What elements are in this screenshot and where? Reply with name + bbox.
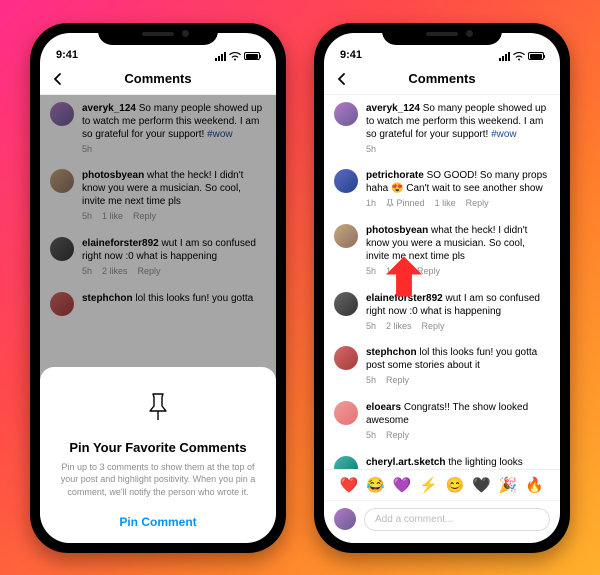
emoji-button[interactable]: 🖤 (472, 476, 491, 494)
avatar (334, 102, 358, 126)
comment-input[interactable]: Add a comment... (364, 508, 550, 531)
reply-link[interactable]: Reply (417, 266, 440, 278)
comment-row: eloears Congrats!! The show looked aweso… (324, 394, 560, 449)
phone-right: 9:41 Comments averyk_124 So many people (314, 23, 570, 553)
username[interactable]: photosbyean (366, 225, 428, 236)
reply-link[interactable]: Reply (386, 375, 409, 387)
username[interactable]: eloears (366, 402, 401, 413)
notch (98, 23, 218, 45)
username[interactable]: stephchon (366, 347, 417, 358)
composer-avatar (334, 508, 356, 530)
pin-sheet: Pin Your Favorite Comments Pin up to 3 c… (40, 367, 276, 543)
page-title: Comments (124, 71, 191, 86)
status-time: 9:41 (56, 49, 78, 61)
avatar (334, 169, 358, 193)
reply-link[interactable]: Reply (386, 430, 409, 442)
pin-icon (139, 389, 177, 427)
username[interactable]: cheryl.art.sketch (366, 457, 446, 468)
header: Comments (40, 63, 276, 95)
notch (382, 23, 502, 45)
reply-link[interactable]: Reply (466, 198, 489, 210)
comment-row: stephchon lol this looks fun! you gotta … (324, 339, 560, 394)
comment-row: cheryl.art.sketch the lighting looks sup… (324, 449, 560, 469)
screen-left: 9:41 Comments averyk_124 So many people … (40, 33, 276, 543)
post-caption: averyk_124 So many people showed up to w… (324, 95, 560, 163)
comments-list-right: averyk_124 So many people showed up to w… (324, 95, 560, 543)
emoji-button[interactable]: ⚡ (419, 476, 438, 494)
sheet-title: Pin Your Favorite Comments (58, 440, 258, 455)
battery-icon (244, 52, 260, 60)
back-button[interactable] (332, 69, 352, 89)
chevron-left-icon (51, 72, 65, 86)
page-title: Comments (408, 71, 475, 86)
sheet-body: Pin up to 3 comments to show them at the… (58, 461, 258, 499)
emoji-button[interactable]: ❤️ (340, 476, 359, 494)
hashtag[interactable]: #wow (491, 129, 517, 140)
chevron-left-icon (335, 72, 349, 86)
composer: Add a comment... (324, 500, 560, 543)
username[interactable]: averyk_124 (366, 103, 420, 114)
emoji-button[interactable]: 🎉 (499, 476, 518, 494)
battery-icon (528, 52, 544, 60)
emoji-button[interactable]: 😂 (366, 476, 385, 494)
signal-icon (215, 52, 226, 61)
pinned-badge: Pinned (386, 198, 425, 210)
username[interactable]: petrichorate (366, 170, 424, 181)
avatar (334, 401, 358, 425)
back-button[interactable] (48, 69, 68, 89)
avatar (334, 456, 358, 469)
emoji-button[interactable]: 💜 (393, 476, 412, 494)
screen-right: 9:41 Comments averyk_124 So many people (324, 33, 560, 543)
status-time: 9:41 (340, 49, 362, 61)
emoji-bar: ❤️ 😂 💜 ⚡ 😊 🖤 🎉 🔥 (324, 469, 560, 500)
avatar (334, 292, 358, 316)
reply-link[interactable]: Reply (422, 321, 445, 333)
avatar (334, 346, 358, 370)
phone-left: 9:41 Comments averyk_124 So many people … (30, 23, 286, 553)
wifi-icon (229, 52, 241, 61)
pin-comment-button[interactable]: Pin Comment (58, 515, 258, 529)
comment-row: photosbyean what the heck! I didn't know… (324, 217, 560, 285)
comments-list-left: averyk_124 So many people showed up to w… (40, 95, 276, 543)
status-right (215, 52, 260, 61)
avatar (334, 224, 358, 248)
comment-row-pinned: petrichorate SO GOOD! So many props haha… (324, 162, 560, 217)
pin-small-icon (386, 199, 394, 207)
wifi-icon (513, 52, 525, 61)
emoji-button[interactable]: 🔥 (525, 476, 544, 494)
header: Comments (324, 63, 560, 95)
status-right (499, 52, 544, 61)
emoji-button[interactable]: 😊 (446, 476, 465, 494)
comment-row: elaineforster892 wut I am so confused ri… (324, 285, 560, 340)
signal-icon (499, 52, 510, 61)
